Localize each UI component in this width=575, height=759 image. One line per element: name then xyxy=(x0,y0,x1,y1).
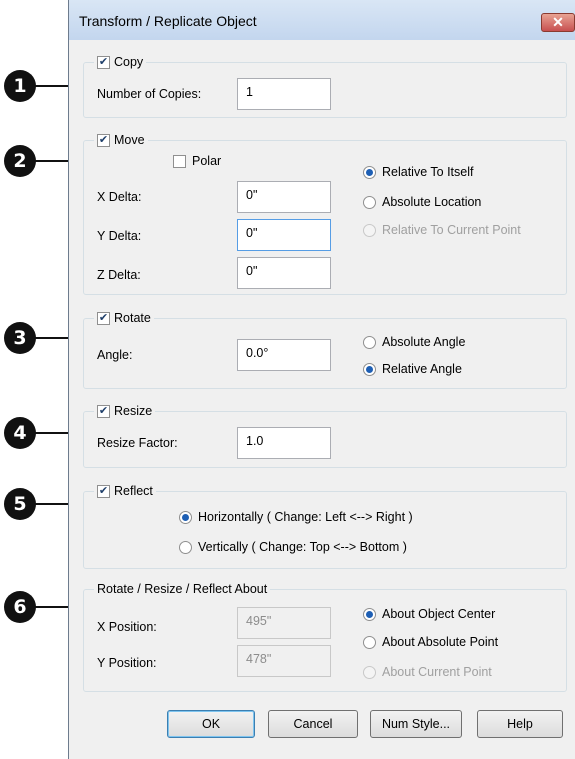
z-delta-label: Z Delta: xyxy=(97,268,141,282)
callout-4: 4 xyxy=(4,417,36,449)
polar-label: Polar xyxy=(192,154,222,168)
callout-5: 5 xyxy=(4,488,36,520)
polar-checkbox[interactable] xyxy=(173,154,186,168)
about-option-current-point: About Current Point xyxy=(363,665,492,679)
callout-2-number: 2 xyxy=(13,150,27,172)
rotate-option-relative-angle[interactable]: Relative Angle xyxy=(363,362,462,376)
callout-6: 6 xyxy=(4,591,36,623)
move-option-relative-current-point: Relative To Current Point xyxy=(363,223,521,237)
absolute-location-label: Absolute Location xyxy=(382,195,482,209)
ok-button[interactable]: OK xyxy=(167,710,255,738)
about-object-center-radio[interactable] xyxy=(363,607,376,621)
about-option-absolute-point[interactable]: About Absolute Point xyxy=(363,635,498,649)
callout-4-number: 4 xyxy=(13,422,27,444)
resize-factor-label: Resize Factor: xyxy=(97,436,178,450)
about-absolute-point-label: About Absolute Point xyxy=(382,635,499,649)
callout-3-number: 3 xyxy=(13,327,27,349)
callout-1-number: 1 xyxy=(13,75,27,97)
callout-3: 3 xyxy=(4,322,36,354)
relative-to-itself-radio[interactable] xyxy=(363,165,376,179)
vertically-radio[interactable] xyxy=(179,540,192,554)
rotate-legend[interactable]: ✔ Rotate xyxy=(94,311,154,325)
reflect-option-horizontally[interactable]: Horizontally ( Change: Left <--> Right ) xyxy=(179,510,413,524)
horizontally-label: Horizontally ( Change: Left <--> Right ) xyxy=(198,510,413,524)
z-delta-input[interactable]: 0" xyxy=(237,257,331,289)
angle-label: Angle: xyxy=(97,348,133,362)
y-position-input: 478" xyxy=(237,645,331,677)
x-delta-label: X Delta: xyxy=(97,190,142,204)
move-legend[interactable]: ✔ Move xyxy=(94,133,148,147)
number-of-copies-label: Number of Copies: xyxy=(97,87,202,101)
callout-2: 2 xyxy=(4,145,36,177)
about-option-object-center[interactable]: About Object Center xyxy=(363,607,495,621)
reflect-option-vertically[interactable]: Vertically ( Change: Top <--> Bottom ) xyxy=(179,540,407,554)
about-object-center-label: About Object Center xyxy=(382,607,496,621)
rotate-option-absolute-angle[interactable]: Absolute Angle xyxy=(363,335,465,349)
horizontally-radio[interactable] xyxy=(179,510,192,524)
help-button[interactable]: Help xyxy=(477,710,563,738)
transform-replicate-dialog: Transform / Replicate Object ✕ ✔ Copy Nu… xyxy=(68,0,575,759)
num-style-button[interactable]: Num Style... xyxy=(370,710,462,738)
absolute-location-radio[interactable] xyxy=(363,195,376,209)
copy-legend[interactable]: ✔ Copy xyxy=(94,55,147,69)
callout-5-number: 5 xyxy=(13,493,27,515)
vertically-label: Vertically ( Change: Top <--> Bottom ) xyxy=(198,540,407,554)
relative-to-current-point-label: Relative To Current Point xyxy=(382,223,521,237)
callout-6-number: 6 xyxy=(13,596,27,618)
reflect-legend[interactable]: ✔ Reflect xyxy=(94,484,156,498)
callout-1: 1 xyxy=(4,70,36,102)
x-delta-input[interactable]: 0" xyxy=(237,181,331,213)
close-icon: ✕ xyxy=(552,14,564,30)
x-position-input: 495" xyxy=(237,607,331,639)
angle-input[interactable]: 0.0° xyxy=(237,339,331,371)
about-current-point-radio xyxy=(363,665,376,679)
move-option-absolute-location[interactable]: Absolute Location xyxy=(363,195,481,209)
relative-to-itself-label: Relative To Itself xyxy=(382,165,474,179)
rotate-label: Rotate xyxy=(114,311,151,325)
number-of-copies-input[interactable]: 1 xyxy=(237,78,331,110)
resize-label: Resize xyxy=(114,404,153,418)
x-position-label: X Position: xyxy=(97,620,157,634)
y-delta-label: Y Delta: xyxy=(97,229,142,243)
reflect-label: Reflect xyxy=(114,484,153,498)
copy-label: Copy xyxy=(114,55,144,69)
absolute-angle-radio[interactable] xyxy=(363,335,376,349)
dialog-title: Transform / Replicate Object xyxy=(79,13,257,29)
absolute-angle-label: Absolute Angle xyxy=(382,335,466,349)
relative-to-current-point-radio xyxy=(363,223,376,237)
move-checkbox[interactable]: ✔ xyxy=(97,133,110,147)
resize-checkbox[interactable]: ✔ xyxy=(97,404,110,418)
relative-angle-radio[interactable] xyxy=(363,362,376,376)
move-label: Move xyxy=(114,133,145,147)
title-bar[interactable]: Transform / Replicate Object ✕ xyxy=(69,0,575,40)
relative-angle-label: Relative Angle xyxy=(382,362,462,376)
reflect-group xyxy=(83,491,567,569)
cancel-button[interactable]: Cancel xyxy=(268,710,358,738)
polar-option[interactable]: Polar xyxy=(173,154,221,168)
reflect-checkbox[interactable]: ✔ xyxy=(97,484,110,498)
close-button[interactable]: ✕ xyxy=(541,13,575,32)
about-absolute-point-radio[interactable] xyxy=(363,635,376,649)
y-position-label: Y Position: xyxy=(97,656,157,670)
move-option-relative-itself[interactable]: Relative To Itself xyxy=(363,165,473,179)
about-legend: Rotate / Resize / Reflect About xyxy=(94,582,271,596)
about-current-point-label: About Current Point xyxy=(382,665,492,679)
resize-legend[interactable]: ✔ Resize xyxy=(94,404,156,418)
resize-factor-input[interactable]: 1.0 xyxy=(237,427,331,459)
copy-checkbox[interactable]: ✔ xyxy=(97,55,110,69)
y-delta-input[interactable]: 0" xyxy=(237,219,331,251)
about-label: Rotate / Resize / Reflect About xyxy=(97,582,268,596)
rotate-checkbox[interactable]: ✔ xyxy=(97,311,110,325)
